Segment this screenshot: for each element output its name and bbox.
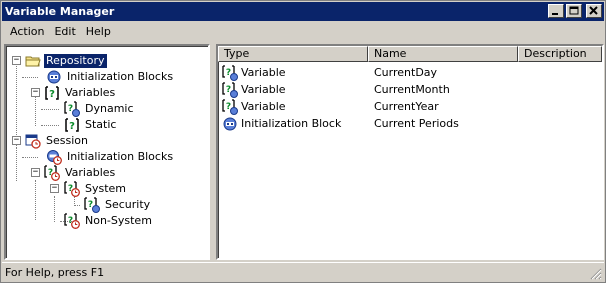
tree-label: Initialization Blocks [67,150,174,163]
tree-node-dynamic[interactable]: ? Dynamic [64,101,136,117]
cell-type-text: Variable [241,83,286,96]
dynamic-variable-icon: ? [84,197,100,213]
init-block-icon [223,117,237,130]
menu-help[interactable]: Help [81,23,116,41]
session-variable-icon: ? [64,181,80,197]
tree-label: Initialization Blocks [67,70,174,83]
tree-label: Variables [65,86,116,99]
menu-action[interactable]: Action [5,23,49,41]
status-bar: For Help, press F1 [2,262,604,282]
list-pane[interactable]: Type Name Description ? Variable Current… [216,44,604,260]
session-icon [25,134,41,149]
cell-name: CurrentYear [374,100,439,113]
resize-grip-icon[interactable] [590,268,602,280]
maximize-button[interactable] [566,4,582,18]
cell-type: ? Variable [218,64,368,81]
dynamic-variable-icon: ? [222,81,238,98]
session-variable-icon: ? [44,165,60,181]
tree-node-system[interactable]: ? System [64,181,128,197]
cell-type: ? Variable [218,98,368,115]
tree-label: Security [105,198,151,211]
tree-node-repository[interactable]: Repository [25,53,108,69]
tree-line [74,205,80,206]
close-button[interactable] [586,4,602,18]
variable-tree: − Repository Initialization Blocks − ? V… [6,46,206,256]
status-text: For Help, press F1 [5,266,105,279]
cell-type: ? Variable [218,81,368,98]
list-item[interactable]: ? Variable CurrentYear [218,98,602,115]
tree-node-session[interactable]: Session [25,133,90,149]
column-header-name[interactable]: Name [368,46,518,62]
tree-line [35,94,36,126]
dynamic-variable-icon: ? [64,101,80,117]
column-header-description[interactable]: Description [518,46,602,62]
tree-pane[interactable]: − Repository Initialization Blocks − ? V… [4,44,210,260]
session-init-block-icon [47,150,62,165]
tree-label: Non-System [85,214,152,227]
variable-icon: ? [45,86,59,100]
tree-node-static[interactable]: ? Static [64,117,118,133]
tree-line [22,157,38,158]
tree-line [54,196,55,222]
column-header-type[interactable]: Type [218,46,368,62]
title-bar[interactable]: Variable Manager [2,2,604,21]
cell-type-text: Variable [241,66,286,79]
cell-name: CurrentDay [374,66,438,79]
collapse-toggle[interactable]: − [12,136,21,145]
menu-edit[interactable]: Edit [49,23,80,41]
cell-name: Current Periods [374,117,459,130]
collapse-toggle[interactable]: − [50,184,59,193]
tree-label: Dynamic [85,102,134,115]
collapse-toggle[interactable]: − [31,88,40,97]
minimize-button[interactable] [548,4,564,18]
menu-bar: Action Edit Help [2,22,604,42]
tree-label: Repository [43,53,108,69]
init-block-icon [47,70,61,84]
close-icon [589,6,598,15]
window-title: Variable Manager [5,5,115,18]
list-item[interactable]: Initialization Block Current Periods [218,115,602,132]
tree-line [16,61,17,141]
cell-type-text: Variable [241,100,286,113]
collapse-toggle[interactable]: − [12,56,21,65]
minimize-icon [552,13,558,15]
svg-text:?: ? [69,121,75,132]
tree-node-session-variables[interactable]: ? Variables [44,165,117,181]
tree-label: Static [85,118,117,131]
tree-line [41,125,59,126]
svg-text:?: ? [49,89,55,100]
tree-label: System [85,182,127,195]
tree-node-init-blocks[interactable]: Initialization Blocks [46,69,175,85]
dynamic-variable-icon: ? [222,64,238,81]
cell-name: CurrentMonth [374,83,450,96]
cell-type-text: Initialization Block [241,117,342,130]
maximize-icon [569,6,579,15]
tree-node-non-system[interactable]: ? Non-System [64,213,154,229]
list-header: Type Name Description [218,46,602,62]
list-item[interactable]: ? Variable CurrentDay [218,64,602,81]
list-item[interactable]: ? Variable CurrentMonth [218,81,602,98]
cell-type: Initialization Block [218,116,368,132]
session-variable-icon: ? [64,213,80,229]
collapse-toggle[interactable]: − [31,168,40,177]
tree-line [35,180,36,220]
folder-icon [25,56,41,67]
tree-line [22,77,38,78]
dynamic-variable-icon: ? [222,98,238,115]
variable-manager-window: Variable Manager Action Edit Help − Repo… [0,0,606,283]
variable-icon: ? [65,118,79,132]
window-controls [548,4,602,18]
tree-node-session-init-blocks[interactable]: Initialization Blocks [46,149,175,165]
tree-node-variables[interactable]: ? Variables [44,85,117,101]
tree-node-security[interactable]: ? Security [84,197,152,213]
tree-label: Variables [65,166,116,179]
tree-line [41,109,59,110]
tree-label: Session [46,134,88,147]
tree-line [16,147,17,181]
